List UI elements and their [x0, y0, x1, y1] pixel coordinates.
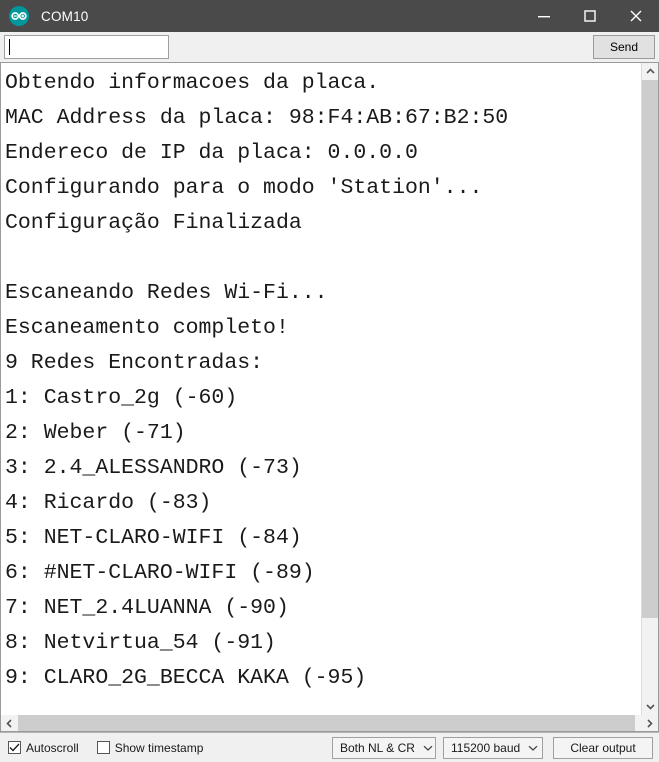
- send-button[interactable]: Send: [593, 35, 655, 59]
- autoscroll-label: Autoscroll: [26, 740, 79, 755]
- autoscroll-checkbox[interactable]: [8, 741, 21, 754]
- chevron-down-icon: [528, 745, 538, 751]
- status-bar: Autoscroll Show timestamp Both NL & CR 1…: [0, 732, 659, 762]
- command-row: Send: [0, 32, 659, 62]
- show-timestamp-label: Show timestamp: [114, 740, 204, 755]
- minimize-icon[interactable]: [521, 0, 567, 32]
- serial-monitor-window: COM10 Send Obtendo informacoes da placa.…: [0, 0, 659, 762]
- line-ending-value: Both NL & CR: [340, 740, 415, 755]
- vertical-scroll-track[interactable]: [642, 80, 658, 698]
- chevron-right-icon[interactable]: [641, 715, 658, 731]
- horizontal-scrollbar[interactable]: [0, 715, 659, 732]
- autoscroll-checkbox-group[interactable]: Autoscroll: [8, 741, 79, 755]
- chevron-down-icon[interactable]: [642, 698, 658, 715]
- line-ending-select[interactable]: Both NL & CR: [332, 736, 436, 759]
- text-caret: [9, 39, 10, 55]
- chevron-down-icon: [423, 745, 433, 751]
- horizontal-scroll-track[interactable]: [18, 715, 641, 731]
- show-timestamp-checkbox-group[interactable]: Show timestamp: [96, 740, 204, 755]
- send-input-wrapper: [4, 35, 587, 59]
- show-timestamp-checkbox[interactable]: [96, 741, 110, 754]
- baud-rate-value: 115200 baud: [451, 740, 521, 755]
- horizontal-scroll-thumb[interactable]: [18, 715, 635, 731]
- console-output[interactable]: Obtendo informacoes da placa. MAC Addres…: [1, 63, 641, 715]
- chevron-left-icon[interactable]: [1, 715, 18, 731]
- arduino-infinity-icon: [9, 6, 29, 26]
- vertical-scrollbar[interactable]: [641, 63, 658, 715]
- close-icon[interactable]: [613, 0, 659, 32]
- baud-rate-select[interactable]: 115200 baud: [443, 736, 543, 759]
- vertical-scroll-thumb[interactable]: [642, 80, 658, 618]
- maximize-icon[interactable]: [567, 0, 613, 32]
- console-area: Obtendo informacoes da placa. MAC Addres…: [0, 62, 659, 715]
- send-input[interactable]: [4, 35, 169, 59]
- clear-output-button[interactable]: Clear output: [553, 736, 653, 759]
- title-bar: COM10: [0, 0, 659, 32]
- window-title: COM10: [41, 8, 89, 24]
- chevron-up-icon[interactable]: [642, 63, 658, 80]
- check-icon: [9, 743, 20, 752]
